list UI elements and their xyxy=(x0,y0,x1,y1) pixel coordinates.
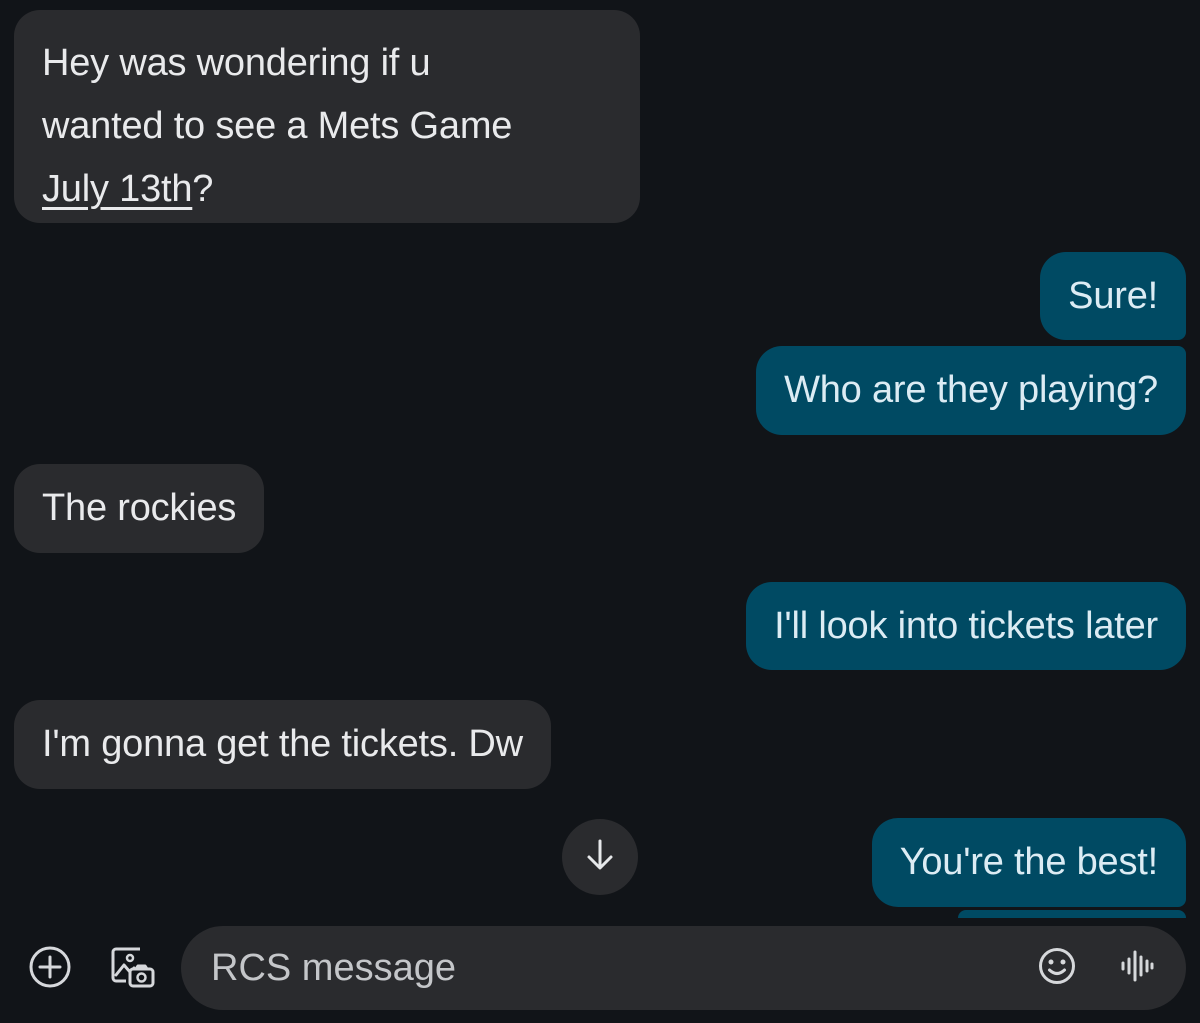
emoji-icon xyxy=(1036,945,1078,992)
message-text: You're the best! xyxy=(899,841,1158,883)
emoji-button[interactable] xyxy=(1033,944,1081,992)
arrow-down-icon xyxy=(585,838,615,877)
message-text-line: July 13th? xyxy=(42,158,612,221)
message-incoming-1[interactable]: Hey was wondering if u wanted to see a M… xyxy=(14,10,640,223)
message-outgoing-3[interactable]: Who are they playing? xyxy=(756,346,1186,435)
date-link[interactable]: July 13th xyxy=(42,168,192,210)
message-thread[interactable]: Hey was wondering if u wanted to see a M… xyxy=(0,0,1200,918)
voice-waveform-icon xyxy=(1117,946,1157,991)
message-incoming-4[interactable]: The rockies xyxy=(14,464,265,553)
message-text: The rockies xyxy=(42,487,237,529)
add-circle-icon xyxy=(26,943,74,996)
message-input-container[interactable] xyxy=(181,926,1186,1010)
message-incoming-6[interactable]: I'm gonna get the tickets. Dw xyxy=(14,700,551,789)
scroll-to-bottom-button[interactable] xyxy=(562,819,638,895)
message-outgoing-5[interactable]: I'll look into tickets later xyxy=(746,582,1186,670)
gallery-camera-icon xyxy=(106,941,158,998)
message-text-line: wanted to see a Mets Game xyxy=(42,105,513,147)
message-text-trailing: ? xyxy=(192,168,214,210)
message-text-line: Hey was wondering if u xyxy=(42,42,431,84)
message-text: I'm gonna get the tickets. Dw xyxy=(42,723,523,765)
message-text: Sure! xyxy=(1068,275,1158,317)
voice-message-button[interactable] xyxy=(1113,944,1161,992)
message-outgoing-7[interactable]: You're the best! xyxy=(871,818,1186,907)
composer-bar xyxy=(0,915,1200,1023)
message-input[interactable] xyxy=(211,926,1011,1010)
gallery-button[interactable] xyxy=(104,941,160,997)
message-text: I'll look into tickets later xyxy=(774,605,1158,647)
message-outgoing-2[interactable]: Sure! xyxy=(1040,252,1186,340)
message-text: Who are they playing? xyxy=(784,369,1158,411)
add-attachment-button[interactable] xyxy=(24,943,76,995)
